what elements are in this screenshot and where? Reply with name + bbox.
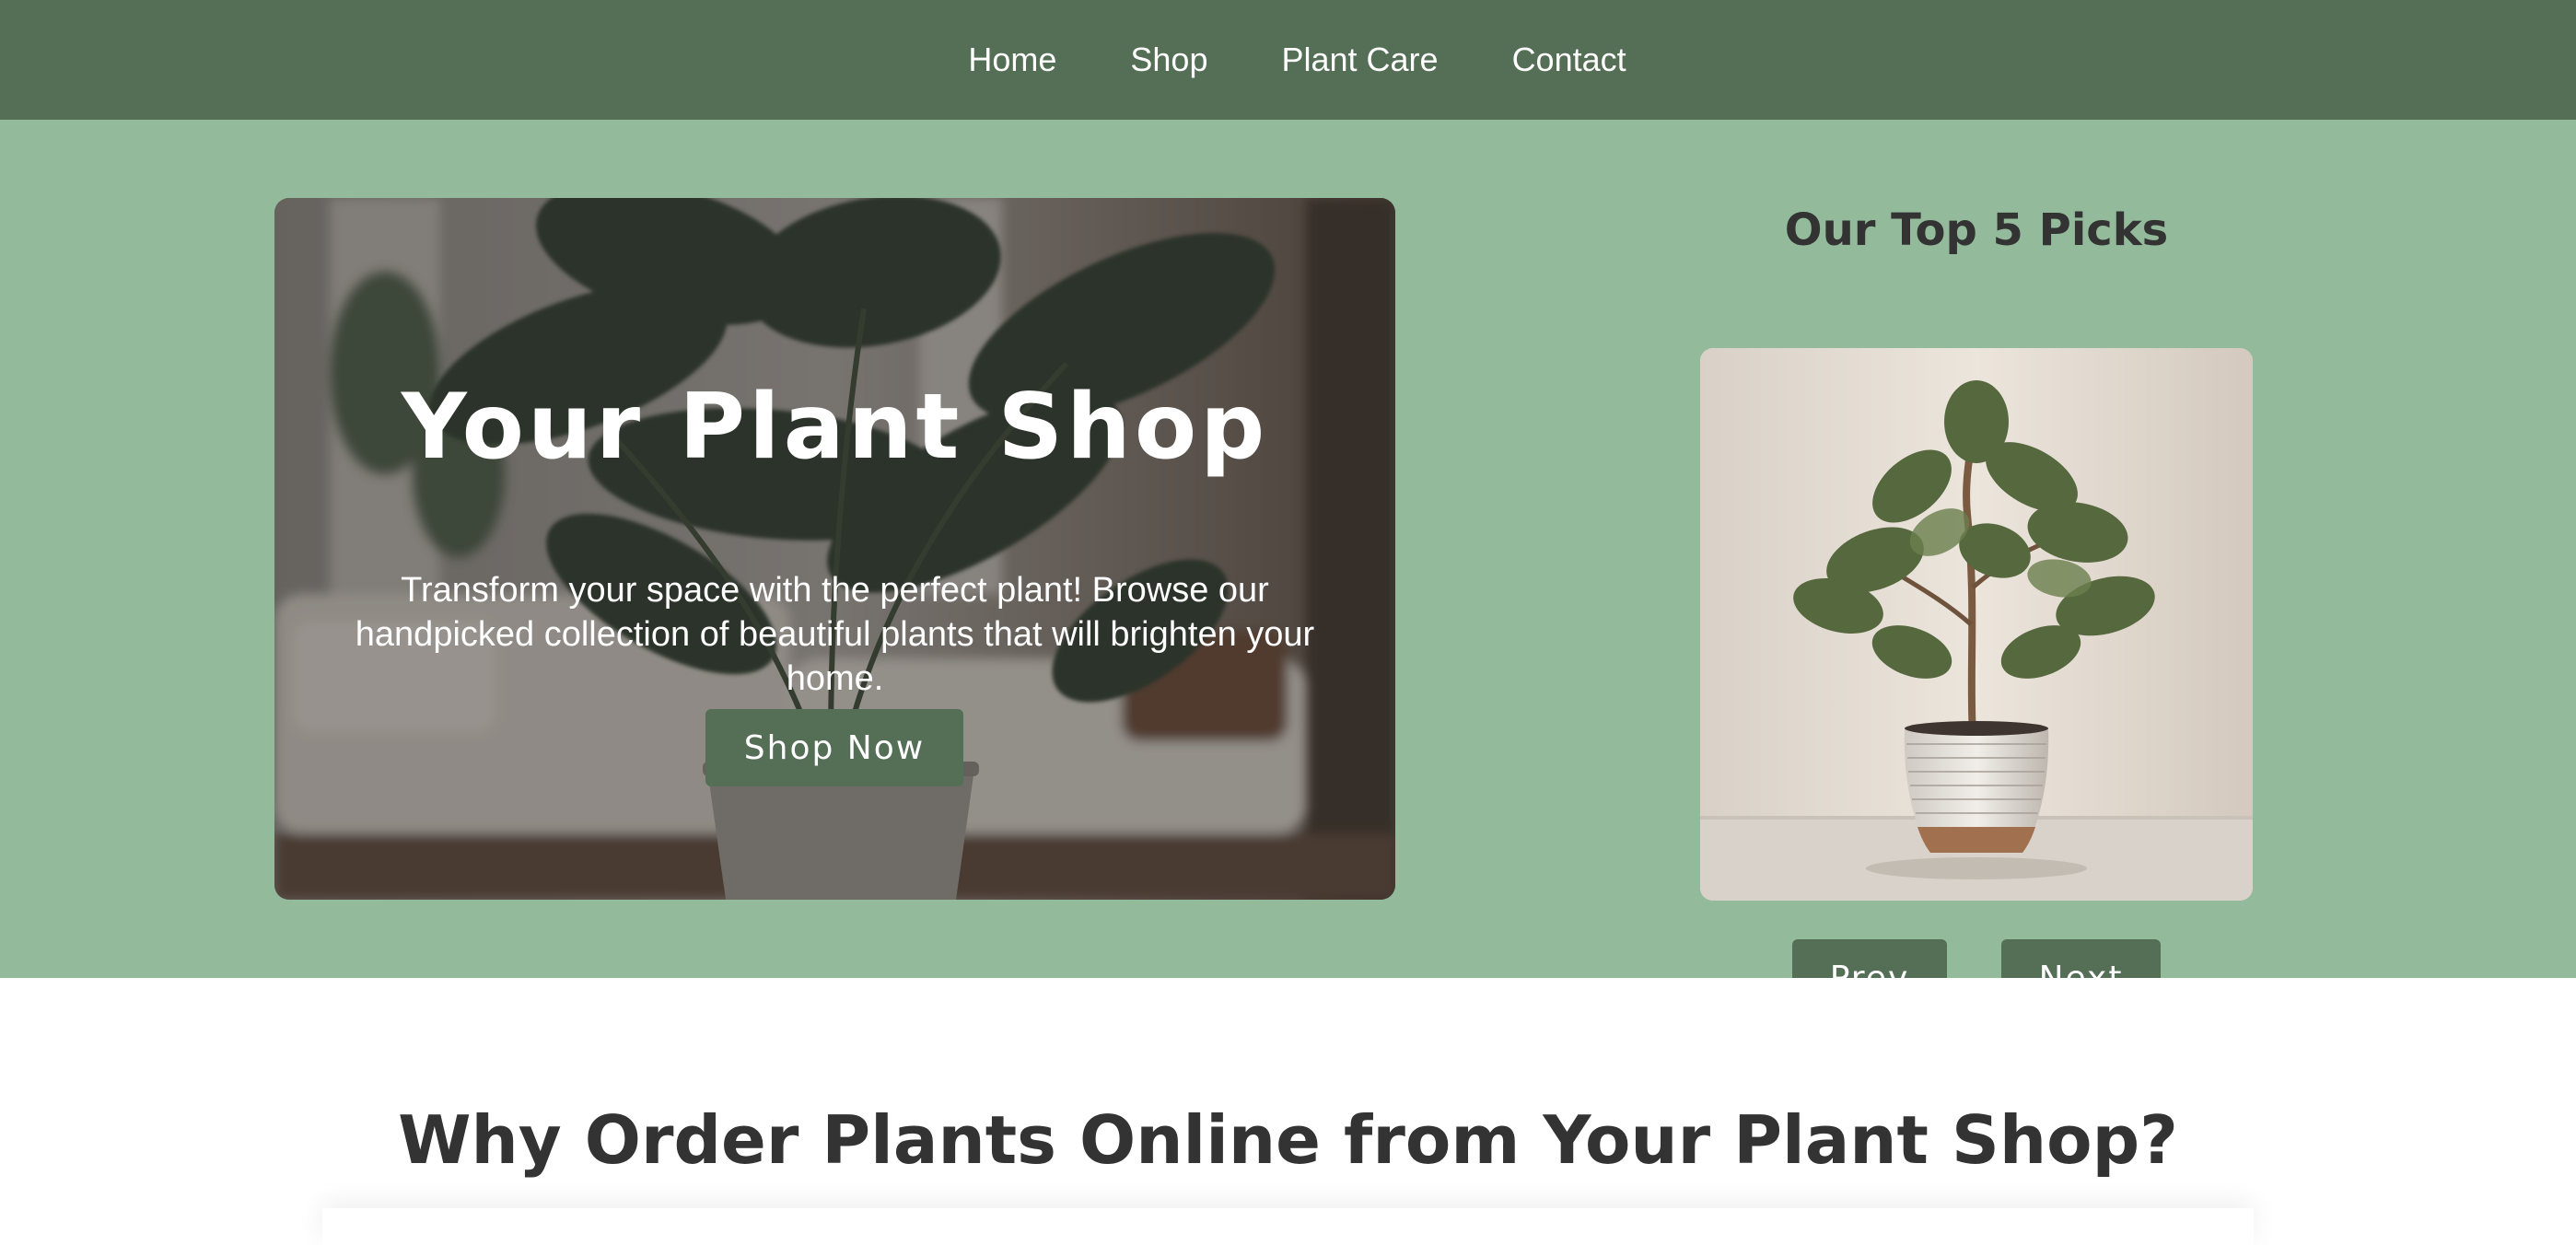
content-card-edge: [322, 1208, 2254, 1245]
nav-link-plant-care[interactable]: Plant Care: [1244, 41, 1474, 79]
hero-title: Your Plant Shop: [401, 375, 1269, 480]
hero-section: Your Plant Shop Transform your space wit…: [0, 120, 2576, 1017]
top-picks-title: Our Top 5 Picks: [1784, 204, 2169, 256]
nav-link-shop[interactable]: Shop: [1093, 41, 1244, 79]
shop-now-button[interactable]: Shop Now: [705, 709, 963, 786]
hero-description: Transform your space with the perfect pl…: [355, 571, 1315, 698]
why-order-title: Why Order Plants Online from Your Plant …: [398, 1101, 2178, 1179]
hero-overlay: [274, 198, 1395, 900]
nav-link-contact[interactable]: Contact: [1475, 41, 1663, 79]
why-order-section: Why Order Plants Online from Your Plant …: [0, 978, 2576, 1220]
top-picks-carousel: Our Top 5 Picks: [1700, 193, 2253, 1017]
hero-banner: Your Plant Shop Transform your space wit…: [274, 198, 1395, 900]
nav-links: Home Shop Plant Care Contact: [931, 41, 1662, 79]
nav-link-home[interactable]: Home: [931, 41, 1093, 79]
top-navigation: Home Shop Plant Care Contact: [0, 0, 2576, 120]
fiddle-leaf-fig-image: [1700, 348, 2253, 901]
pick-image: [1700, 348, 2253, 901]
